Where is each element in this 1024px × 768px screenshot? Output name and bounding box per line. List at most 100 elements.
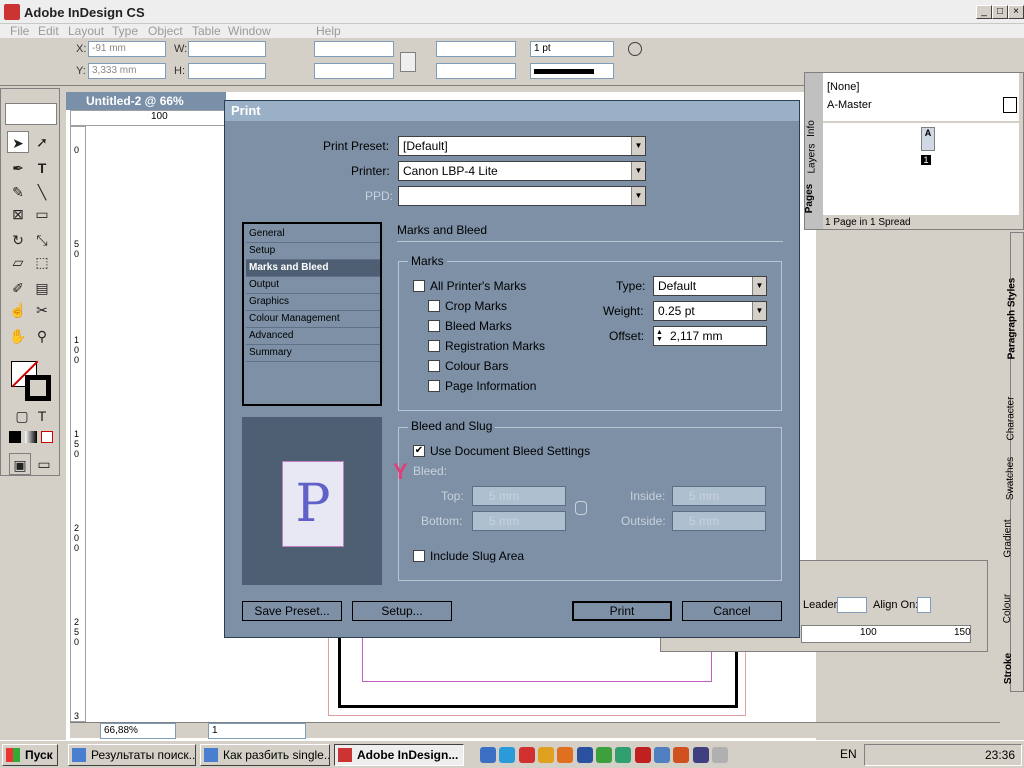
shear-field[interactable] bbox=[436, 63, 516, 79]
page-field[interactable]: 1 bbox=[208, 723, 306, 739]
stroke-style-field[interactable] bbox=[530, 63, 614, 79]
task-indesign[interactable]: Adobe InDesign... bbox=[334, 744, 464, 766]
button-tool-icon[interactable]: ☝ bbox=[7, 299, 29, 321]
scale-x-field[interactable] bbox=[314, 41, 394, 57]
zoom-tool-icon[interactable]: ⚲ bbox=[31, 325, 53, 347]
clock[interactable]: 23:36 bbox=[985, 748, 1015, 762]
menu-edit[interactable]: Edit bbox=[38, 24, 59, 38]
ppd-select[interactable]: ▼ bbox=[398, 186, 646, 206]
bleed-marks-checkbox[interactable] bbox=[428, 320, 440, 332]
tab-gradient[interactable]: Gradient bbox=[1003, 519, 1014, 557]
tab-layers[interactable]: Layers bbox=[807, 143, 818, 173]
offset-field[interactable]: 2,117 mm ▲ ▼ bbox=[653, 326, 767, 346]
tab-swatches[interactable]: Swatches bbox=[1005, 457, 1016, 500]
free-transform-tool-icon[interactable]: ⬚ bbox=[31, 251, 53, 273]
type-select[interactable]: Default ▼ bbox=[653, 276, 767, 296]
registration-marks-checkbox[interactable] bbox=[428, 340, 440, 352]
menu-help[interactable]: Help bbox=[316, 24, 341, 38]
tab-colour[interactable]: Colour bbox=[1002, 594, 1013, 623]
pen-tool-icon[interactable]: ✒ bbox=[7, 157, 29, 179]
align-on-field[interactable] bbox=[917, 597, 931, 613]
scissors-tool-icon[interactable]: ✂ bbox=[31, 299, 53, 321]
gradient-tool-icon[interactable]: ▤ bbox=[31, 277, 53, 299]
a-master[interactable]: A-Master bbox=[827, 99, 872, 111]
scale-tool-icon[interactable]: ⤡ bbox=[31, 229, 53, 251]
category-summary[interactable]: Summary bbox=[246, 345, 380, 362]
selection-tool-icon[interactable]: ➤ bbox=[7, 131, 29, 153]
link-icon[interactable] bbox=[400, 52, 416, 72]
close-button[interactable]: × bbox=[1008, 5, 1024, 19]
cloud-icon[interactable] bbox=[712, 747, 729, 763]
tab-paragraph-styles[interactable]: Paragraph Styles bbox=[1006, 278, 1017, 360]
inside-field[interactable]: 5 mm bbox=[672, 486, 766, 506]
stroke-swatch[interactable] bbox=[25, 375, 51, 401]
category-output[interactable]: Output bbox=[246, 277, 380, 294]
stepper-icon[interactable]: ▲ ▼ bbox=[656, 329, 663, 343]
cancel-button[interactable]: Cancel bbox=[682, 601, 782, 621]
acrobat-icon[interactable] bbox=[634, 747, 651, 763]
colour-bars-checkbox[interactable] bbox=[428, 360, 440, 372]
category-marks-and-bleed[interactable]: Marks and Bleed bbox=[246, 260, 380, 277]
outside-field[interactable]: 5 mm bbox=[672, 511, 766, 531]
start-button[interactable]: Пуск bbox=[2, 744, 58, 766]
setup-button[interactable]: Setup... bbox=[352, 601, 452, 621]
menu-object[interactable]: Object bbox=[148, 24, 183, 38]
gear-icon[interactable] bbox=[628, 42, 642, 56]
pencil-tool-icon[interactable]: ✎ bbox=[7, 181, 29, 203]
word-icon[interactable] bbox=[576, 747, 593, 763]
tab-pages[interactable]: Pages bbox=[804, 184, 815, 213]
opera-icon[interactable] bbox=[518, 747, 535, 763]
printer-select[interactable]: Canon LBP-4 Lite ▼ bbox=[398, 161, 646, 181]
apply-color-icon[interactable] bbox=[9, 431, 21, 443]
include-slug-checkbox[interactable] bbox=[413, 550, 425, 562]
eyedropper-tool-icon[interactable]: ✐ bbox=[7, 277, 29, 299]
h-field[interactable] bbox=[188, 63, 266, 79]
menu-table[interactable]: Table bbox=[192, 24, 221, 38]
menu-layout[interactable]: Layout bbox=[68, 24, 104, 38]
none-master[interactable]: [None] bbox=[827, 81, 859, 93]
top-field[interactable]: 5 mm bbox=[472, 486, 566, 506]
type-tool-icon[interactable]: T bbox=[31, 157, 53, 179]
shear-tool-icon[interactable]: ▱ bbox=[7, 251, 29, 273]
w-field[interactable] bbox=[188, 41, 266, 57]
minimize-button[interactable]: _ bbox=[976, 5, 992, 19]
rectangle-frame-tool-icon[interactable]: ⊠ bbox=[7, 203, 29, 225]
normal-view-icon[interactable]: ▣ bbox=[9, 453, 31, 475]
formatting-text-icon[interactable]: T bbox=[31, 405, 53, 427]
direct-selection-tool-icon[interactable]: ➚ bbox=[31, 131, 53, 153]
apply-gradient-icon[interactable] bbox=[25, 431, 37, 443]
tab-info[interactable]: Info bbox=[806, 120, 817, 137]
line-tool-icon[interactable]: ╲ bbox=[31, 181, 53, 203]
print-preset-select[interactable]: [Default] ▼ bbox=[398, 136, 646, 156]
tab-stroke[interactable]: Stroke bbox=[1003, 653, 1014, 684]
task-split-single[interactable]: Как разбить single... bbox=[200, 744, 330, 766]
link-chain-icon[interactable] bbox=[575, 501, 587, 515]
preview-view-icon[interactable]: ▭ bbox=[33, 453, 55, 475]
y-field[interactable]: 3,333 mm bbox=[88, 63, 166, 79]
use-document-bleed-checkbox[interactable]: ✔ bbox=[413, 445, 425, 457]
leader-field[interactable] bbox=[837, 597, 867, 613]
bottom-field[interactable]: 5 mm bbox=[472, 511, 566, 531]
rectangle-tool-icon[interactable]: ▭ bbox=[31, 203, 53, 225]
pencil-icon[interactable] bbox=[538, 747, 555, 763]
category-graphics[interactable]: Graphics bbox=[246, 294, 380, 311]
category-general[interactable]: General bbox=[246, 226, 380, 243]
crop-marks-checkbox[interactable] bbox=[428, 300, 440, 312]
rotate-field[interactable] bbox=[436, 41, 516, 57]
page-information-checkbox[interactable] bbox=[428, 380, 440, 392]
scale-y-field[interactable] bbox=[314, 63, 394, 79]
formatting-container-icon[interactable]: ▢ bbox=[11, 405, 33, 427]
language-indicator[interactable]: EN bbox=[840, 747, 857, 761]
menu-window[interactable]: Window bbox=[228, 24, 271, 38]
category-setup[interactable]: Setup bbox=[246, 243, 380, 260]
save-preset-button[interactable]: Save Preset... bbox=[242, 601, 342, 621]
weight-select[interactable]: 0.25 pt ▼ bbox=[653, 301, 767, 321]
all-printers-marks-checkbox[interactable] bbox=[413, 280, 425, 292]
x-field[interactable]: -91 mm bbox=[88, 41, 166, 57]
globe-icon[interactable] bbox=[615, 747, 632, 763]
rotate-tool-icon[interactable]: ↻ bbox=[7, 229, 29, 251]
mail-icon[interactable] bbox=[654, 747, 671, 763]
media-icon[interactable] bbox=[673, 747, 690, 763]
menu-file[interactable]: File bbox=[10, 24, 29, 38]
ie-icon[interactable] bbox=[499, 747, 516, 763]
